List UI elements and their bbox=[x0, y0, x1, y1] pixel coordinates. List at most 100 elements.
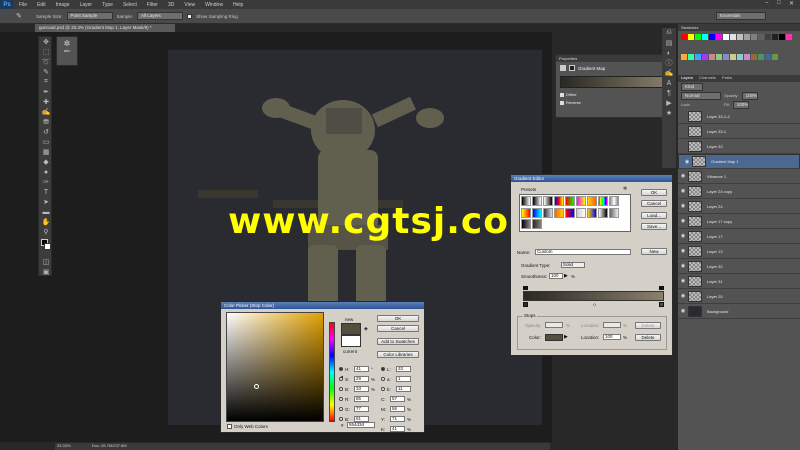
info-icon[interactable]: ⓘ bbox=[662, 58, 676, 68]
gamut-warning-icon[interactable]: ◈ bbox=[364, 326, 368, 332]
midpoint-icon[interactable]: ◇ bbox=[593, 302, 596, 307]
opacity-stop-right[interactable] bbox=[659, 286, 664, 290]
close-icon[interactable]: ✕ bbox=[789, 0, 794, 7]
gradient-preset[interactable] bbox=[587, 196, 597, 206]
background-color[interactable] bbox=[44, 243, 51, 250]
name-input[interactable]: Custom bbox=[535, 249, 631, 255]
swatch[interactable] bbox=[765, 53, 771, 60]
dither-checkbox[interactable] bbox=[560, 92, 564, 97]
component-input[interactable]: 41 bbox=[390, 426, 405, 432]
menu-edit[interactable]: Edit bbox=[32, 2, 51, 8]
smoothness-arrow-icon[interactable]: ▶ bbox=[564, 273, 568, 279]
visibility-eye-icon[interactable]: ◉ bbox=[678, 233, 688, 239]
component-input[interactable]: 41 bbox=[354, 366, 369, 372]
gradient-preset[interactable] bbox=[576, 207, 586, 218]
swatch[interactable] bbox=[744, 53, 750, 60]
swatch[interactable] bbox=[716, 34, 722, 40]
menu-file[interactable]: File bbox=[14, 2, 32, 8]
component-radio[interactable] bbox=[339, 387, 343, 391]
character-icon[interactable]: A bbox=[662, 78, 676, 88]
component-radio[interactable] bbox=[339, 407, 343, 411]
brush-panel-icon[interactable]: ✍ bbox=[662, 68, 676, 78]
swatch[interactable] bbox=[716, 53, 722, 60]
menu-3d[interactable]: 3D bbox=[163, 2, 179, 8]
swatch[interactable] bbox=[730, 34, 736, 40]
component-radio[interactable] bbox=[381, 367, 385, 371]
blend-mode-select[interactable]: Normal bbox=[681, 91, 721, 100]
gradient-preset[interactable] bbox=[609, 196, 619, 206]
gradient-preset[interactable] bbox=[598, 207, 608, 218]
ok-button[interactable]: OK bbox=[641, 189, 667, 196]
component-radio[interactable] bbox=[339, 397, 343, 401]
gradient-preset[interactable] bbox=[565, 196, 575, 206]
swatch[interactable] bbox=[688, 34, 694, 40]
quick-mask-icon[interactable]: ◫ bbox=[39, 257, 53, 267]
gradient-preset[interactable] bbox=[532, 219, 542, 230]
crop-tool-icon[interactable]: ⌗ bbox=[39, 77, 53, 87]
gradient-type-select[interactable]: Solid bbox=[561, 262, 585, 268]
swatch[interactable] bbox=[772, 34, 778, 40]
document-tab[interactable]: gunroad.psd @ 33.3% (Gradient Map 1, Lay… bbox=[35, 24, 175, 32]
workspace-select[interactable]: Essentials bbox=[716, 12, 766, 20]
save-button[interactable]: Save... bbox=[641, 223, 667, 230]
show-ring-checkbox[interactable] bbox=[187, 13, 193, 19]
cancel-button[interactable]: Cancel bbox=[641, 200, 667, 207]
component-input[interactable]: 57 bbox=[390, 396, 405, 402]
quick-select-tool-icon[interactable]: ✎ bbox=[39, 67, 53, 77]
component-radio[interactable] bbox=[339, 367, 343, 371]
tab-channels[interactable]: Channels bbox=[699, 75, 716, 82]
component-radio[interactable] bbox=[339, 377, 343, 381]
gradient-preset[interactable] bbox=[532, 196, 542, 206]
swatch[interactable] bbox=[751, 53, 757, 60]
color-stop-right[interactable] bbox=[659, 302, 664, 307]
picker-cancel-button[interactable]: Cancel bbox=[377, 325, 419, 332]
menu-help[interactable]: Help bbox=[228, 2, 248, 8]
marquee-tool-icon[interactable]: ⬚ bbox=[39, 47, 53, 57]
menu-layer[interactable]: Layer bbox=[75, 2, 98, 8]
stamp-tool-icon[interactable]: ⛃ bbox=[39, 117, 53, 127]
layer-row[interactable]: ◉ Vibrance 1 bbox=[678, 169, 800, 184]
swatch[interactable] bbox=[730, 53, 736, 60]
color-libraries-button[interactable]: Color Libraries bbox=[377, 351, 419, 358]
swatch[interactable] bbox=[695, 34, 701, 40]
visibility-eye-icon[interactable]: ◉ bbox=[678, 278, 688, 284]
mask-icon[interactable] bbox=[569, 65, 575, 71]
layer-row[interactable]: ◉ Layer 24 copy bbox=[678, 184, 800, 199]
current-color-swatch[interactable] bbox=[341, 335, 361, 347]
opacity-input[interactable]: 100% bbox=[741, 91, 758, 100]
component-radio[interactable] bbox=[381, 387, 385, 391]
swatch[interactable] bbox=[779, 34, 785, 40]
lasso-tool-icon[interactable]: ➰ bbox=[39, 57, 53, 67]
dodge-tool-icon[interactable]: ● bbox=[39, 167, 53, 177]
swatch[interactable] bbox=[709, 53, 715, 60]
visibility-eye-icon[interactable]: ◉ bbox=[678, 293, 688, 299]
swatch[interactable] bbox=[765, 34, 771, 40]
visibility-eye-icon[interactable]: ◉ bbox=[678, 263, 688, 269]
eyedropper-icon[interactable]: ✎ bbox=[16, 12, 22, 20]
swatch[interactable] bbox=[758, 53, 764, 60]
component-input[interactable]: 33 bbox=[396, 366, 411, 372]
menu-type[interactable]: Type bbox=[97, 2, 118, 8]
component-input[interactable]: 29 bbox=[354, 376, 369, 382]
swatch[interactable] bbox=[758, 34, 764, 40]
gradient-preset[interactable] bbox=[598, 196, 608, 206]
menu-filter[interactable]: Filter bbox=[142, 2, 163, 8]
swatch[interactable] bbox=[681, 53, 687, 60]
visibility-eye-icon[interactable]: ◉ bbox=[682, 159, 692, 165]
smoothness-input[interactable]: 100 bbox=[549, 273, 563, 279]
zoom-tool-icon[interactable]: ⚲ bbox=[39, 227, 53, 237]
maximize-icon[interactable]: □ bbox=[777, 0, 781, 6]
component-input[interactable]: 71 bbox=[390, 416, 405, 422]
history-brush-icon[interactable]: ↺ bbox=[39, 127, 53, 137]
actions-icon[interactable]: ▶ bbox=[662, 98, 676, 108]
swatch[interactable] bbox=[681, 34, 687, 40]
menu-image[interactable]: Image bbox=[51, 2, 75, 8]
move-tool-icon[interactable]: ✥ bbox=[39, 37, 53, 47]
component-input[interactable]: 1 bbox=[396, 376, 411, 382]
visibility-eye-icon[interactable]: ◉ bbox=[678, 248, 688, 254]
hex-input[interactable]: 554d3d bbox=[347, 422, 375, 428]
layer-row[interactable]: ◉ Layer 13 bbox=[678, 244, 800, 259]
component-input[interactable]: 77 bbox=[354, 406, 369, 412]
path-select-tool-icon[interactable]: ➤ bbox=[39, 197, 53, 207]
layer-row[interactable]: ◉ Background bbox=[678, 304, 800, 319]
